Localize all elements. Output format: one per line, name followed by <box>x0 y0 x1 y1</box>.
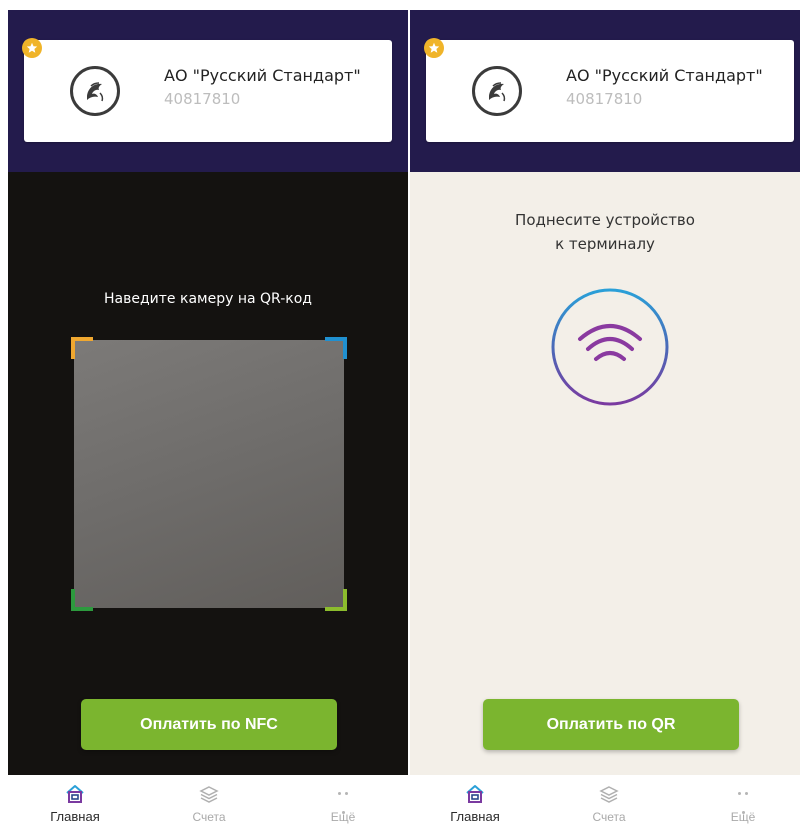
qr-viewfinder <box>71 337 347 611</box>
nfc-view: Поднесите устройство к терминалу Оплатит… <box>410 172 800 775</box>
pay-nfc-button[interactable]: Оплатить по NFC <box>81 699 337 750</box>
account-card[interactable]: АО "Русский Стандарт" 40817810 <box>424 38 794 142</box>
viewfinder-corner-top-right <box>325 337 347 359</box>
nfc-contactless-icon <box>551 288 669 406</box>
bank-name: АО "Русский Стандарт" <box>164 66 361 85</box>
tab-home-label: Главная <box>50 809 100 824</box>
layers-icon <box>599 786 619 803</box>
more-icon <box>733 792 753 814</box>
layers-icon <box>199 786 219 803</box>
bank-name: АО "Русский Стандарт" <box>566 66 763 85</box>
tab-more-label: Ещё <box>730 810 756 824</box>
qr-scan-screen: АО "Русский Стандарт" 40817810 Наведите … <box>0 0 408 825</box>
pay-qr-button[interactable]: Оплатить по QR <box>483 699 739 750</box>
bank-logo-icon <box>472 66 522 116</box>
scan-instruction: Наведите камеру на QR-код <box>104 291 312 307</box>
bottom-tab-bar: Главная Счета Ещё <box>0 775 408 825</box>
viewfinder-corner-top-left <box>71 337 93 359</box>
bottom-tab-bar: Главная Счета Ещё <box>410 775 800 825</box>
nfc-instruction: Поднесите устройство к терминалу <box>410 208 800 256</box>
tab-home[interactable]: Главная <box>425 775 525 825</box>
home-icon <box>66 785 84 803</box>
account-number: 40817810 <box>164 90 241 108</box>
tab-more[interactable]: Ещё <box>293 775 393 825</box>
account-number: 40817810 <box>566 90 643 108</box>
tab-more-label: Ещё <box>330 810 356 824</box>
tab-accounts[interactable]: Счета <box>559 775 659 825</box>
viewfinder-corner-bottom-left <box>71 589 93 611</box>
nfc-pay-screen: АО "Русский Стандарт" 40817810 Поднесите… <box>410 0 800 825</box>
tab-accounts-label: Счета <box>592 810 626 824</box>
tab-home[interactable]: Главная <box>25 775 125 825</box>
favorite-star-icon[interactable] <box>424 38 444 58</box>
viewfinder-corner-bottom-right <box>325 589 347 611</box>
bank-logo-icon <box>70 66 120 116</box>
header-bar: АО "Русский Стандарт" 40817810 <box>8 10 408 172</box>
home-icon <box>466 785 484 803</box>
header-bar: АО "Русский Стандарт" 40817810 <box>410 10 800 172</box>
tab-accounts[interactable]: Счета <box>159 775 259 825</box>
tab-more[interactable]: Ещё <box>693 775 793 825</box>
camera-view: Наведите камеру на QR-код Оплатить по NF… <box>8 172 408 775</box>
account-card[interactable]: АО "Русский Стандарт" 40817810 <box>22 38 392 142</box>
nfc-instruction-line2: к терминалу <box>555 235 655 253</box>
favorite-star-icon[interactable] <box>22 38 42 58</box>
more-icon <box>333 792 353 814</box>
nfc-instruction-line1: Поднесите устройство <box>515 211 695 229</box>
tab-home-label: Главная <box>450 809 500 824</box>
tab-accounts-label: Счета <box>192 810 226 824</box>
